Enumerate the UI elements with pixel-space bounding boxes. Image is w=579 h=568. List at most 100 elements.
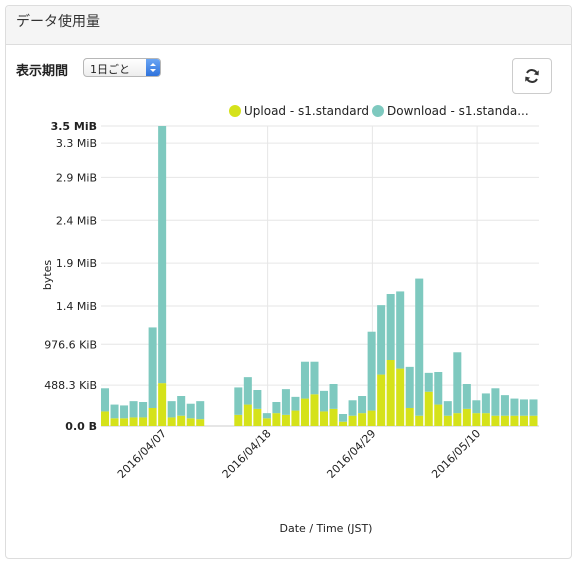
- download-bar[interactable]: [481, 393, 490, 414]
- upload-bar[interactable]: [377, 374, 386, 426]
- download-bar[interactable]: [281, 389, 290, 415]
- download-bar[interactable]: [320, 390, 329, 412]
- upload-bar[interactable]: [329, 408, 338, 426]
- upload-bar[interactable]: [234, 414, 243, 426]
- download-bar[interactable]: [139, 402, 148, 418]
- upload-bar[interactable]: [453, 413, 462, 426]
- upload-bar[interactable]: [120, 418, 129, 426]
- upload-bar[interactable]: [339, 421, 348, 426]
- download-bar[interactable]: [424, 372, 433, 392]
- download-bar[interactable]: [148, 327, 157, 408]
- download-bar[interactable]: [329, 384, 338, 409]
- upload-bar[interactable]: [262, 418, 271, 426]
- upload-bar[interactable]: [462, 408, 471, 426]
- download-bar[interactable]: [396, 291, 405, 369]
- y-tick-label: 2.9 MiB: [56, 171, 97, 184]
- download-bar[interactable]: [262, 413, 271, 419]
- download-bar[interactable]: [186, 403, 195, 419]
- upload-bar[interactable]: [101, 411, 110, 426]
- download-bar[interactable]: [367, 331, 376, 411]
- y-tick-label: 3.5 MiB: [51, 120, 97, 133]
- download-bar[interactable]: [510, 398, 519, 416]
- download-bar[interactable]: [158, 126, 167, 384]
- upload-bar[interactable]: [291, 410, 300, 426]
- y-axis-title: bytes: [41, 260, 54, 291]
- upload-bar[interactable]: [167, 417, 176, 426]
- download-bar[interactable]: [453, 352, 462, 414]
- upload-bar[interactable]: [186, 418, 195, 426]
- download-bar[interactable]: [234, 387, 243, 415]
- usage-chart: 0.0 B 488.3 KiB 976.6 KiB 1.4 MiB 1.9 MiB 2.4…: [41, 104, 539, 535]
- upload-bar[interactable]: [358, 413, 367, 426]
- y-tick-label: 976.6 KiB: [44, 338, 97, 351]
- upload-bar[interactable]: [110, 418, 119, 426]
- upload-bar[interactable]: [196, 419, 205, 426]
- download-bar[interactable]: [377, 305, 386, 375]
- y-tick-label: 1.4 MiB: [56, 300, 97, 313]
- upload-bar[interactable]: [443, 415, 452, 426]
- upload-bar[interactable]: [310, 394, 319, 426]
- download-bar[interactable]: [177, 396, 186, 416]
- download-bar[interactable]: [529, 399, 538, 416]
- upload-bar[interactable]: [253, 408, 262, 426]
- upload-bar[interactable]: [481, 413, 490, 426]
- upload-bar[interactable]: [500, 415, 509, 426]
- download-bar[interactable]: [462, 384, 471, 409]
- upload-bar[interactable]: [529, 415, 538, 426]
- download-bar[interactable]: [300, 361, 309, 399]
- y-tick-label: 3.3 MiB: [56, 137, 97, 150]
- upload-bar[interactable]: [472, 413, 481, 426]
- upload-bar[interactable]: [367, 410, 376, 426]
- download-bar[interactable]: [443, 401, 452, 416]
- download-bar[interactable]: [120, 405, 129, 419]
- download-bar[interactable]: [339, 414, 348, 422]
- upload-bar[interactable]: [158, 383, 167, 426]
- upload-bar[interactable]: [320, 411, 329, 426]
- download-bar[interactable]: [129, 401, 138, 418]
- download-bar[interactable]: [167, 401, 176, 418]
- upload-bar[interactable]: [139, 417, 148, 426]
- upload-bar[interactable]: [434, 404, 443, 426]
- download-bar[interactable]: [434, 372, 443, 405]
- upload-bar[interactable]: [243, 404, 252, 426]
- upload-bar[interactable]: [510, 415, 519, 426]
- download-bar[interactable]: [472, 400, 481, 414]
- download-bar[interactable]: [272, 402, 281, 414]
- download-bar[interactable]: [243, 377, 252, 405]
- download-bar[interactable]: [519, 399, 528, 416]
- y-tick-label: 2.4 MiB: [56, 214, 97, 227]
- y-tick-label: 0.0 B: [65, 420, 97, 433]
- upload-bar[interactable]: [272, 413, 281, 426]
- upload-bar[interactable]: [129, 417, 138, 426]
- upload-bar[interactable]: [424, 391, 433, 426]
- download-bar[interactable]: [358, 396, 367, 414]
- legend-label[interactable]: Download - s1.standa...: [387, 104, 529, 118]
- upload-bar[interactable]: [348, 415, 357, 426]
- y-tick-label: 488.3 KiB: [44, 379, 97, 392]
- download-bar[interactable]: [405, 366, 414, 408]
- download-bar[interactable]: [386, 294, 395, 360]
- download-bar[interactable]: [253, 390, 262, 409]
- download-bar[interactable]: [348, 400, 357, 416]
- download-bar[interactable]: [310, 361, 319, 395]
- upload-bar[interactable]: [177, 415, 186, 426]
- download-bar[interactable]: [415, 278, 424, 416]
- download-bar[interactable]: [291, 396, 300, 411]
- upload-bar[interactable]: [405, 408, 414, 426]
- upload-bar[interactable]: [300, 398, 309, 426]
- upload-bar[interactable]: [396, 368, 405, 426]
- upload-bar[interactable]: [415, 415, 424, 426]
- download-bar[interactable]: [491, 388, 500, 416]
- x-axis-title: Date / Time (JST): [280, 522, 373, 535]
- download-bar[interactable]: [196, 401, 205, 420]
- upload-bar[interactable]: [148, 408, 157, 426]
- upload-bar[interactable]: [519, 415, 528, 426]
- x-tick-label: 2016/04/07: [115, 427, 169, 481]
- download-bar[interactable]: [500, 395, 509, 416]
- upload-bar[interactable]: [491, 415, 500, 426]
- legend-label[interactable]: Upload - s1.standard: [244, 104, 369, 118]
- upload-bar[interactable]: [386, 360, 395, 426]
- upload-bar[interactable]: [281, 414, 290, 426]
- download-bar[interactable]: [101, 388, 110, 412]
- download-bar[interactable]: [110, 404, 119, 419]
